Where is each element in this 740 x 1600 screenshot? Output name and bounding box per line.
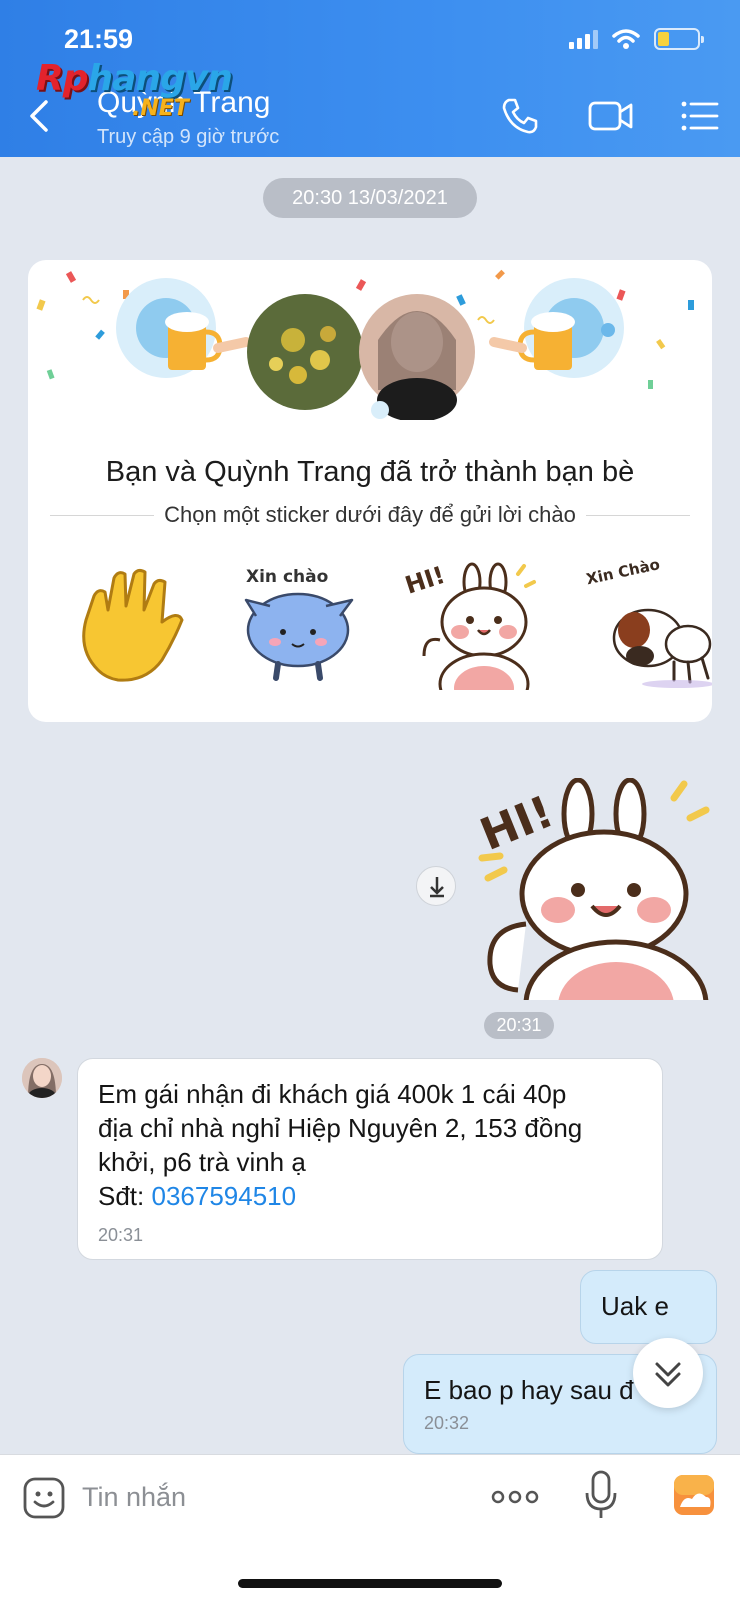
more-options-icon[interactable] xyxy=(490,1483,540,1511)
sticker-timestamp: 20:31 xyxy=(484,1012,554,1039)
battery-icon xyxy=(654,28,704,50)
message-time: 20:31 xyxy=(98,1225,144,1245)
home-indicator xyxy=(238,1579,502,1588)
menu-list-icon[interactable] xyxy=(680,96,720,136)
message-input[interactable] xyxy=(82,1469,462,1525)
image-gallery-icon[interactable] xyxy=(672,1473,716,1517)
xin-chao-cat-sticker[interactable]: Xin chào xyxy=(228,560,368,690)
sent-hi-bunny-sticker[interactable]: HI! xyxy=(478,778,724,1000)
double-chevron-down-icon xyxy=(655,1362,681,1387)
sticker-caption: Xin Chào xyxy=(585,560,662,588)
contact-avatar[interactable] xyxy=(22,1058,62,1098)
hi-bunny-sticker[interactable]: HI! xyxy=(400,560,540,690)
watermark-logo: Rphangvn xyxy=(36,58,233,99)
video-call-icon[interactable] xyxy=(587,96,635,136)
friend-card-subtitle-row: Chọn một sticker dưới đây để gửi lời chà… xyxy=(50,502,690,528)
xin-chao-dog-sticker[interactable]: Xin Chào xyxy=(578,560,712,690)
last-seen-status: Truy cập 9 giờ trước xyxy=(97,126,280,148)
divider xyxy=(585,514,690,516)
phone-icon[interactable] xyxy=(500,96,540,136)
phone-label: Sđt: xyxy=(98,1181,152,1211)
sticker-caption: Xin chào xyxy=(246,567,328,587)
watermark-logo-suffix: .NET xyxy=(132,96,189,121)
status-icons xyxy=(569,28,704,50)
outgoing-message[interactable]: Uak e xyxy=(580,1270,717,1344)
back-icon[interactable] xyxy=(24,96,54,136)
avatar-image xyxy=(22,1058,62,1098)
emoji-sticker-icon[interactable] xyxy=(22,1476,66,1520)
message-text: Em gái nhận đi khách giá 400k 1 cái 40p … xyxy=(98,1079,583,1211)
microphone-icon[interactable] xyxy=(584,1469,618,1521)
waving-hand-sticker[interactable] xyxy=(58,560,198,690)
friend-card-subtitle: Chọn một sticker dưới đây để gửi lời chà… xyxy=(164,502,576,527)
message-time: 20:32 xyxy=(424,1413,470,1433)
download-sticker-button[interactable] xyxy=(416,866,456,906)
divider xyxy=(50,514,155,516)
confetti-banner xyxy=(36,269,694,420)
sticker-caption: HI! xyxy=(402,561,449,600)
friend-added-card: Bạn và Quỳnh Trang đã trở thành bạn bè C… xyxy=(28,260,712,722)
date-divider: 20:30 13/03/2021 xyxy=(263,178,477,218)
cellular-signal-icon xyxy=(569,29,598,49)
status-time: 21:59 xyxy=(64,24,134,54)
download-icon xyxy=(430,877,444,898)
incoming-message[interactable]: Em gái nhận đi khách giá 400k 1 cái 40p … xyxy=(77,1058,663,1260)
message-text: Uak e xyxy=(601,1291,669,1321)
friend-card-title: Bạn và Quỳnh Trang đã trở thành bạn bè xyxy=(105,456,635,488)
chat-header: 21:59 Quỳnh Trang Truy cập 9 giờ trước R… xyxy=(0,0,740,157)
wifi-icon xyxy=(612,29,640,49)
scroll-to-bottom-button[interactable] xyxy=(633,1338,703,1408)
phone-link[interactable]: 0367594510 xyxy=(151,1181,296,1211)
